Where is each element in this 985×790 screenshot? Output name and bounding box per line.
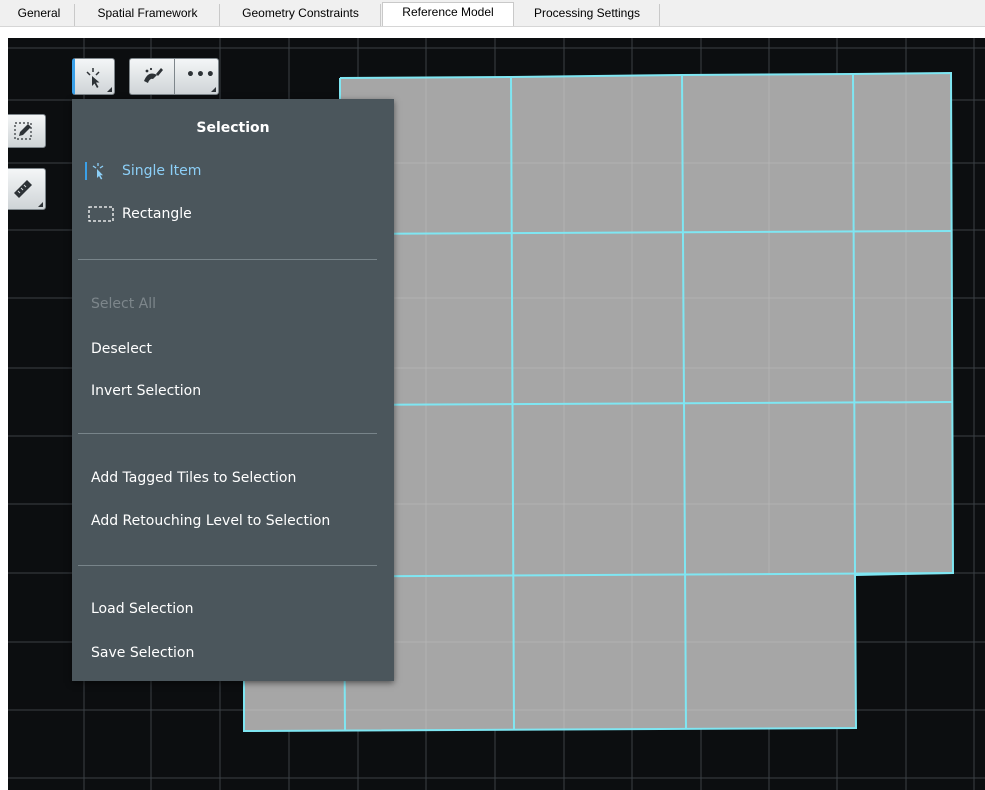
selection-menu: Selection Single Item Rectangle Select A… — [72, 99, 394, 681]
menu-item-single-item[interactable]: Single Item — [122, 163, 201, 179]
tab-reference-model[interactable]: Reference Model — [382, 2, 514, 27]
brush-tool-button[interactable] — [129, 58, 174, 95]
menu-item-rectangle[interactable]: Rectangle — [122, 206, 192, 222]
tab-processing-settings[interactable]: Processing Settings — [515, 4, 660, 26]
more-dots-icon: ••• — [186, 67, 216, 83]
pencil-edit-icon — [14, 122, 32, 140]
menu-item-invert-selection[interactable]: Invert Selection — [91, 383, 201, 399]
menu-separator — [78, 565, 377, 566]
menu-item-add-tagged-tiles[interactable]: Add Tagged Tiles to Selection — [91, 470, 296, 486]
menu-item-deselect[interactable]: Deselect — [91, 341, 152, 357]
dropdown-corner-indicator — [211, 87, 216, 92]
brush-icon — [144, 67, 163, 83]
tab-general[interactable]: General — [4, 4, 75, 26]
menu-separator — [78, 433, 377, 434]
dashed-rectangle-icon — [88, 206, 114, 222]
menu-item-select-all: Select All — [91, 296, 156, 312]
tab-spatial-framework[interactable]: Spatial Framework — [76, 4, 220, 26]
tab-bar: General Spatial Framework Geometry Const… — [0, 0, 985, 27]
menu-item-load-selection[interactable]: Load Selection — [91, 601, 194, 617]
selected-mode-indicator — [85, 162, 87, 180]
tab-bar-divider — [0, 26, 985, 27]
menu-separator — [78, 259, 377, 260]
measure-tool-button[interactable] — [8, 168, 46, 210]
cursor-icon — [92, 163, 104, 180]
dropdown-corner-indicator — [38, 202, 43, 207]
selection-tool-button[interactable] — [72, 58, 115, 95]
dropdown-corner-indicator — [107, 87, 112, 92]
menu-title: Selection — [196, 120, 270, 136]
tab-geometry-constraints[interactable]: Geometry Constraints — [221, 4, 381, 26]
edit-tool-button[interactable] — [8, 114, 46, 148]
more-tools-button[interactable]: ••• — [174, 58, 219, 95]
menu-item-add-retouching-level[interactable]: Add Retouching Level to Selection — [91, 513, 330, 529]
menu-item-save-selection[interactable]: Save Selection — [91, 645, 194, 661]
